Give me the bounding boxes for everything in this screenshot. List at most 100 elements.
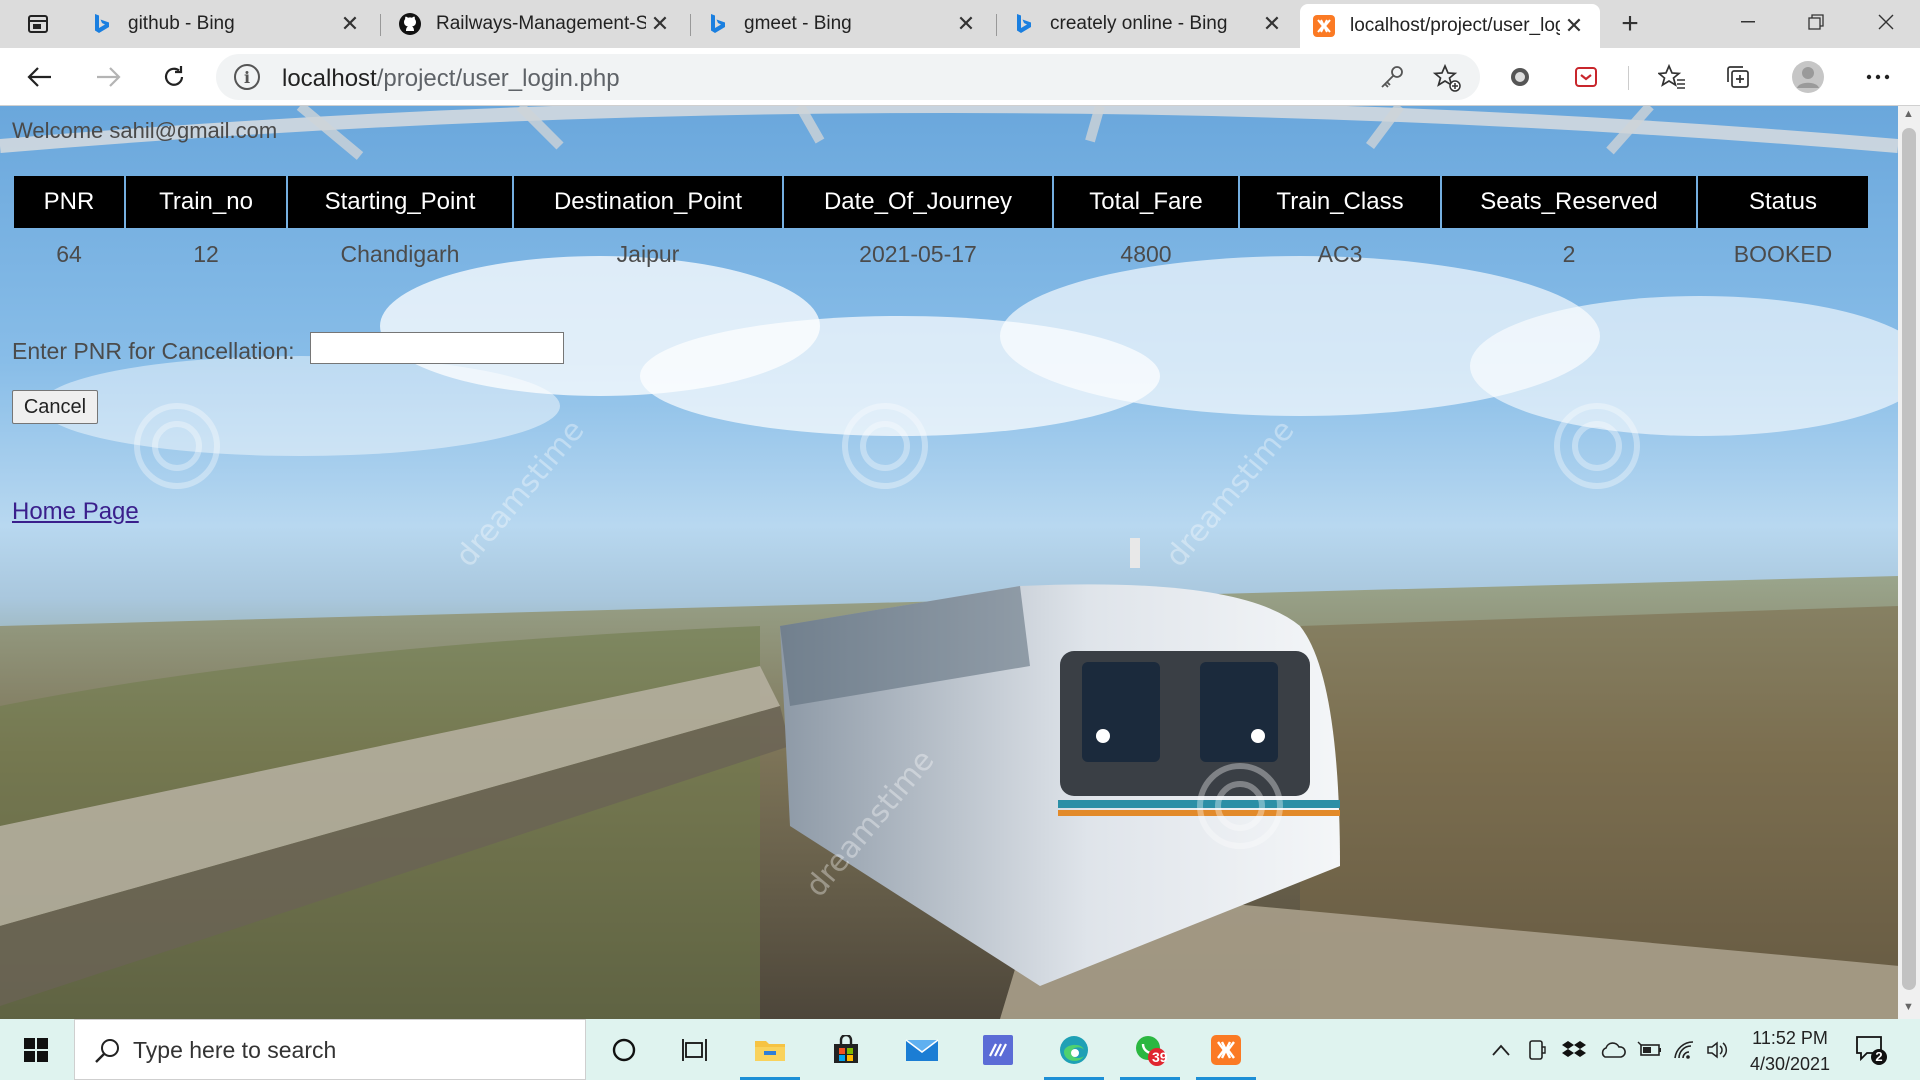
tab-strip: github - Bing ✕ Railways-Management-Sy ✕… (0, 0, 1920, 48)
restore-button[interactable] (1782, 0, 1850, 44)
forward-button[interactable] (88, 57, 128, 97)
close-tab-icon[interactable]: ✕ (336, 10, 364, 38)
cell-seats-reserved: 2 (1562, 240, 1576, 267)
minimize-button[interactable] (1714, 0, 1782, 44)
volume-tray-button[interactable] (1704, 1037, 1732, 1063)
system-clock[interactable]: 11:52 PM 4/30/2021 (1735, 1025, 1845, 1077)
tab-separator (996, 14, 997, 36)
forward-arrow-icon (97, 67, 121, 87)
back-button[interactable] (20, 57, 60, 97)
page-scrollbar[interactable]: ▲ ▼ (1898, 106, 1920, 1019)
tab-title: localhost/project/user_log (1350, 15, 1560, 36)
search-icon (95, 1039, 119, 1063)
store-bag-icon (834, 1034, 858, 1063)
scroll-down-arrow-icon[interactable]: ▼ (1903, 1001, 1914, 1013)
column-header-total-fare: Total_Fare (1054, 176, 1238, 228)
tab-gmeet-bing[interactable]: gmeet - Bing ✕ (694, 0, 992, 48)
scrollbar-thumb[interactable] (1902, 128, 1916, 990)
clock-time: 11:52 PM (1752, 1028, 1828, 1048)
cancel-button[interactable]: Cancel (12, 390, 98, 424)
speaker-volume-icon (1707, 1041, 1728, 1059)
collections-button[interactable] (1718, 57, 1758, 97)
xampp-icon (1312, 14, 1336, 38)
cortana-button[interactable] (588, 1019, 660, 1080)
battery-tray-button[interactable] (1636, 1037, 1664, 1063)
tab-github-bing[interactable]: github - Bing ✕ (78, 0, 376, 48)
pnr-cancellation-input[interactable] (310, 332, 564, 364)
onedrive-tray-button[interactable] (1598, 1037, 1628, 1063)
taskbar-search-box[interactable]: Type here to search (74, 1019, 586, 1080)
github-icon (398, 12, 422, 36)
file-explorer-folder-icon (755, 1040, 785, 1061)
pocket-icon (1575, 67, 1597, 87)
close-tab-icon[interactable]: ✕ (952, 10, 980, 38)
dropbox-tray-button[interactable] (1560, 1037, 1588, 1063)
close-tab-icon[interactable]: ✕ (1560, 12, 1588, 40)
table-row: 64 12 Chandigarh Jaipur 2021-05-17 4800 … (14, 228, 1868, 280)
mail-button[interactable] (886, 1019, 958, 1080)
bing-icon (90, 12, 114, 36)
chevron-up-icon (1492, 1044, 1510, 1056)
restore-icon (1808, 14, 1824, 30)
extension-pocket-button[interactable] (1566, 57, 1606, 97)
xampp-control-button[interactable] (1190, 1019, 1262, 1080)
cell-date-of-journey: 2021-05-17 (859, 240, 977, 267)
start-button[interactable] (0, 1019, 72, 1080)
column-header-pnr: PNR (14, 176, 124, 228)
url-path: /project/user_login.php (376, 65, 620, 92)
add-favorite-icon[interactable] (1432, 63, 1462, 93)
settings-more-button[interactable] (1858, 57, 1898, 97)
column-header-seats-reserved: Seats_Reserved (1442, 176, 1696, 228)
tab-separator (380, 14, 381, 36)
tab-actions-button[interactable] (14, 10, 62, 38)
wifi-tray-button[interactable] (1672, 1037, 1698, 1063)
onedrive-cloud-icon (1601, 1042, 1626, 1058)
url-text[interactable]: localhost/project/user_login.php (282, 65, 620, 93)
new-tab-button[interactable]: + (1612, 7, 1648, 40)
welcome-message: Welcome sahil@gmail.com (12, 118, 278, 143)
bing-icon (706, 12, 730, 36)
visual-studio-code-button[interactable] (962, 1019, 1034, 1080)
show-hidden-icons-button[interactable] (1488, 1037, 1514, 1063)
task-view-button[interactable] (660, 1019, 732, 1080)
page-viewport: dreamstime dreamstime dreamstime Welcome… (0, 106, 1898, 1019)
column-header-date-of-journey: Date_Of_Journey (784, 176, 1052, 228)
edge-browser-button[interactable] (1038, 1019, 1110, 1080)
address-bar[interactable]: i localhost/project/user_login.php (216, 54, 1480, 100)
microsoft-store-button[interactable] (810, 1019, 882, 1080)
tab-creately-bing[interactable]: creately online - Bing ✕ (1000, 0, 1298, 48)
refresh-button[interactable] (154, 57, 194, 97)
cell-train-no: 12 (193, 240, 219, 267)
password-key-icon[interactable] (1378, 63, 1406, 91)
column-header-status: Status (1698, 176, 1868, 228)
tab-title: gmeet - Bing (744, 13, 852, 34)
close-window-button[interactable] (1852, 0, 1920, 44)
more-dots-icon (1866, 74, 1890, 80)
home-page-link[interactable]: Home Page (12, 498, 139, 526)
pnr-cancellation-label: Enter PNR for Cancellation: (12, 338, 295, 364)
tab-railways-github[interactable]: Railways-Management-Sy ✕ (386, 0, 686, 48)
favorites-button[interactable] (1652, 57, 1692, 97)
whatsapp-button[interactable]: 39 (1114, 1019, 1186, 1080)
action-center-button[interactable]: 2 (1854, 1033, 1888, 1067)
minimize-icon (1741, 21, 1755, 23)
extension-circle-button[interactable] (1500, 57, 1540, 97)
file-explorer-button[interactable] (734, 1019, 806, 1080)
extension-circle-icon (1511, 68, 1529, 86)
dropbox-icon (1562, 1041, 1586, 1057)
tab-localhost-active[interactable]: localhost/project/user_log ✕ (1300, 4, 1600, 48)
site-info-icon[interactable]: i (234, 64, 260, 90)
profile-button[interactable] (1788, 57, 1828, 97)
close-tab-icon[interactable]: ✕ (646, 10, 674, 38)
column-header-starting-point: Starting_Point (288, 176, 512, 228)
taskbar-search-placeholder: Type here to search (133, 1037, 337, 1063)
collections-icon (1727, 66, 1749, 88)
column-header-train-no: Train_no (126, 176, 286, 228)
cell-total-fare: 4800 (1120, 240, 1172, 267)
tray-device-button[interactable] (1524, 1037, 1550, 1063)
toolbar-divider (1628, 66, 1629, 90)
scroll-up-arrow-icon[interactable]: ▲ (1903, 108, 1914, 120)
avatar-icon (1792, 61, 1824, 93)
task-view-icon (682, 1038, 707, 1061)
close-tab-icon[interactable]: ✕ (1258, 10, 1286, 38)
